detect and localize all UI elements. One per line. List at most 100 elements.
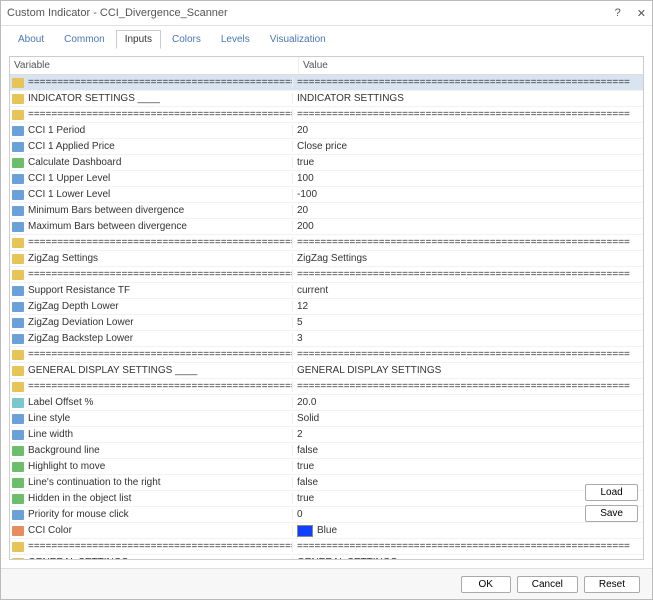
table-row[interactable]: CCI 1 Applied PriceClose price <box>10 139 643 155</box>
cancel-button[interactable]: Cancel <box>517 576 578 593</box>
variable-label: ZigZag Depth Lower <box>28 301 119 312</box>
value-label: -100 <box>297 189 317 200</box>
value-label: 20 <box>297 125 308 136</box>
table-row[interactable]: Priority for mouse click0 <box>10 507 643 523</box>
table-row[interactable]: GENERAL SETTINGS ____ GENERAL SETTINGS <box>10 555 643 559</box>
table-row[interactable]: CCI 1 Upper Level100 <box>10 171 643 187</box>
column-value[interactable]: Value <box>299 57 643 74</box>
tab-colors[interactable]: Colors <box>163 30 210 48</box>
value-label: 2 <box>297 429 303 440</box>
value-label: 200 <box>297 221 314 232</box>
variable-label: ZigZag Deviation Lower <box>28 317 134 328</box>
table-row[interactable]: Support Resistance TFcurrent <box>10 283 643 299</box>
type-icon <box>12 238 24 248</box>
save-button[interactable]: Save <box>585 505 638 522</box>
table-row[interactable]: Line's continuation to the right false <box>10 475 643 491</box>
table-row[interactable]: CCI 1 Lower Level -100 <box>10 187 643 203</box>
table-row[interactable]: Background linefalse <box>10 443 643 459</box>
close-icon[interactable]: ✕ <box>637 7 646 20</box>
help-icon[interactable]: ? <box>615 7 621 19</box>
tab-about[interactable]: About <box>9 30 53 48</box>
variable-label: ========================================… <box>28 349 293 360</box>
table-row[interactable]: Line styleSolid <box>10 411 643 427</box>
table-row[interactable]: Minimum Bars between divergence 20 <box>10 203 643 219</box>
value-label: GENERAL DISPLAY SETTINGS <box>297 365 441 376</box>
type-icon <box>12 222 24 232</box>
value-label: ZigZag Settings <box>297 253 367 264</box>
variable-label: INDICATOR SETTINGS ____ <box>28 93 160 104</box>
grid-body[interactable]: ========================================… <box>10 75 643 559</box>
table-row[interactable]: ZigZag Depth Lower12 <box>10 299 643 315</box>
table-row[interactable]: ========================================… <box>10 107 643 123</box>
table-row[interactable]: Hidden in the object listtrue <box>10 491 643 507</box>
value-label: ========================================… <box>297 109 630 120</box>
table-row[interactable]: Line width2 <box>10 427 643 443</box>
ok-button[interactable]: OK <box>461 576 511 593</box>
window: Custom Indicator - CCI_Divergence_Scanne… <box>0 0 653 600</box>
value-label: current <box>297 285 328 296</box>
table-row[interactable]: ========================================… <box>10 267 643 283</box>
variable-label: ZigZag Settings <box>28 253 98 264</box>
grid-header: Variable Value <box>10 57 643 75</box>
value-label: GENERAL SETTINGS <box>297 557 397 559</box>
variable-label: CCI 1 Upper Level <box>28 173 110 184</box>
type-icon <box>12 190 24 200</box>
variable-label: CCI 1 Period <box>28 125 85 136</box>
type-icon <box>12 398 24 408</box>
variable-label: Line style <box>28 413 70 424</box>
table-row[interactable]: Maximum Bars between divergence200 <box>10 219 643 235</box>
table-row[interactable]: ========================================… <box>10 75 643 91</box>
variable-label: Line's continuation to the right <box>28 477 161 488</box>
type-icon <box>12 462 24 472</box>
variable-label: GENERAL SETTINGS ____ <box>28 557 153 559</box>
tab-levels[interactable]: Levels <box>212 30 259 48</box>
column-variable[interactable]: Variable <box>10 57 299 74</box>
tab-visualization[interactable]: Visualization <box>261 30 335 48</box>
value-label: INDICATOR SETTINGS <box>297 93 404 104</box>
table-row[interactable]: Label Offset % 20.0 <box>10 395 643 411</box>
table-row[interactable]: Calculate Dashboardtrue <box>10 155 643 171</box>
parameter-grid: Variable Value =========================… <box>9 56 644 560</box>
tab-inputs[interactable]: Inputs <box>116 30 161 49</box>
table-row[interactable]: ========================================… <box>10 379 643 395</box>
variable-label: Minimum Bars between divergence <box>28 205 184 216</box>
table-row[interactable]: ZigZag Deviation Lower5 <box>10 315 643 331</box>
table-row[interactable]: GENERAL DISPLAY SETTINGS ____GENERAL DIS… <box>10 363 643 379</box>
table-row[interactable]: ========================================… <box>10 539 643 555</box>
variable-label: Label Offset % <box>28 397 93 408</box>
value-label: Blue <box>317 525 337 536</box>
tab-bar: AboutCommonInputsColorsLevelsVisualizati… <box>1 26 652 48</box>
load-button[interactable]: Load <box>585 484 638 501</box>
value-label: false <box>297 477 318 488</box>
value-label: 20 <box>297 205 308 216</box>
table-row[interactable]: CCI ColorBlue <box>10 523 643 539</box>
value-label: ========================================… <box>297 349 630 360</box>
value-label: 0 <box>297 509 303 520</box>
type-icon <box>12 158 24 168</box>
value-label: ========================================… <box>297 77 630 88</box>
type-icon <box>12 494 24 504</box>
value-label: true <box>297 157 314 168</box>
type-icon <box>12 382 24 392</box>
type-icon <box>12 414 24 424</box>
content: Variable Value =========================… <box>1 48 652 568</box>
value-label: 20.0 <box>297 397 316 408</box>
variable-label: CCI 1 Lower Level <box>28 189 110 200</box>
value-label: false <box>297 445 318 456</box>
type-icon <box>12 558 24 560</box>
table-row[interactable]: ZigZag Backstep Lower3 <box>10 331 643 347</box>
color-swatch <box>297 525 313 537</box>
type-icon <box>12 110 24 120</box>
table-row[interactable]: ZigZag Settings ZigZag Settings <box>10 251 643 267</box>
reset-button[interactable]: Reset <box>584 576 640 593</box>
type-icon <box>12 142 24 152</box>
tab-common[interactable]: Common <box>55 30 114 48</box>
table-row[interactable]: INDICATOR SETTINGS ____ INDICATOR SETTING… <box>10 91 643 107</box>
table-row[interactable]: CCI 1 Period 20 <box>10 123 643 139</box>
value-label: ========================================… <box>297 381 630 392</box>
table-row[interactable]: Highlight to movetrue <box>10 459 643 475</box>
variable-label: Highlight to move <box>28 461 105 472</box>
table-row[interactable]: ========================================… <box>10 347 643 363</box>
type-icon <box>12 126 24 136</box>
table-row[interactable]: ========================================… <box>10 235 643 251</box>
